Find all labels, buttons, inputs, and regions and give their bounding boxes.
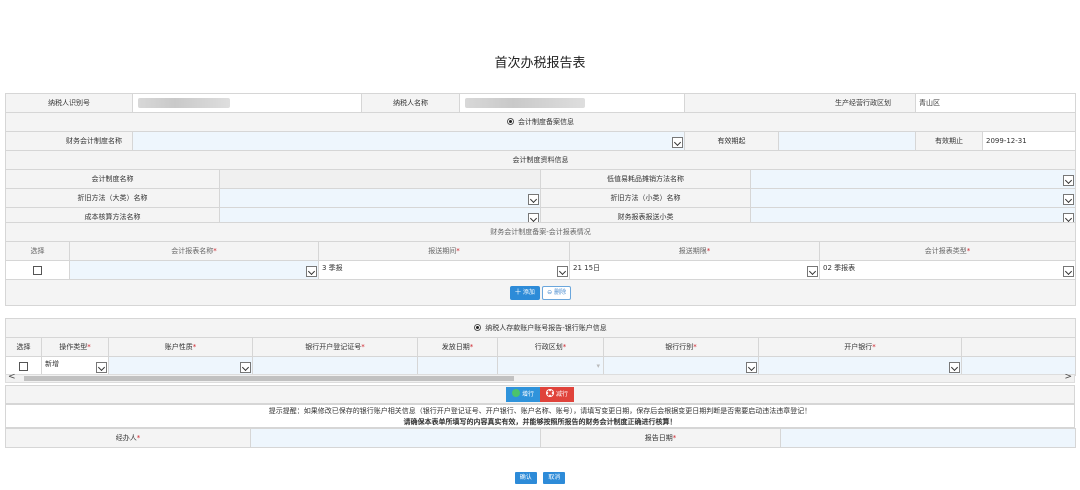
bank-col-select: 选择: [5, 337, 42, 357]
scroll-left-icon[interactable]: <: [8, 372, 16, 382]
remove-row-button[interactable]: 减行: [540, 387, 575, 402]
bank-select[interactable]: [758, 356, 962, 376]
issue-date-input[interactable]: [417, 356, 498, 376]
report-name-select[interactable]: [69, 260, 319, 280]
acct-material-table: 会计制度资料信息 会计制度名称 低值易耗品摊销方法名称 折旧方法（大类）名称 折…: [5, 150, 1076, 227]
bank-col-bank-type: 银行行别*: [603, 337, 759, 357]
table-row: 3 季报 21 15日 02 季报表: [5, 260, 1077, 280]
tip-box: 提示提醒：如果修改已保存的银行账户相关信息（银行开户登记证号、开户银行、账户名称…: [5, 404, 1075, 428]
chevron-down-icon[interactable]: [746, 362, 757, 373]
horizontal-scrollbar[interactable]: < >: [5, 372, 1075, 383]
chevron-down-icon[interactable]: [1063, 194, 1074, 205]
dep-small-label: 折旧方法（小类）名称: [540, 188, 751, 208]
bank-type-select[interactable]: [603, 356, 759, 376]
dep-large-label: 折旧方法（大类）名称: [5, 188, 220, 208]
dep-large-select[interactable]: [219, 188, 541, 208]
chevron-down-icon[interactable]: [672, 137, 683, 148]
bank-col-issue-date: 发放日期*: [417, 337, 498, 357]
plus-icon: [511, 389, 520, 397]
system-name-value: [219, 169, 541, 189]
taxpayer-name-label: 纳税人名称: [361, 93, 460, 113]
chevron-down-icon[interactable]: [96, 362, 107, 373]
chevron-down-icon[interactable]: [240, 362, 251, 373]
deadline-select[interactable]: 21 15日: [569, 260, 820, 280]
region-value: 青山区: [915, 93, 1076, 113]
bank-actions: 增行 减行: [5, 385, 1075, 404]
report-section: 财务会计制度备案-会计报表情况: [4, 222, 1077, 242]
license-input[interactable]: [252, 356, 418, 376]
col-select: 选择: [5, 241, 70, 261]
acct-system-name-select[interactable]: [132, 131, 685, 151]
col-period: 报送期间*: [318, 241, 570, 261]
agent-label: 经办人*: [5, 428, 251, 448]
scrollbar-thumb[interactable]: [24, 376, 514, 381]
report-actions: 十 添加 ⊖ 删除: [4, 279, 1077, 306]
bank-col-region: 行政区划*: [497, 337, 604, 357]
caret-down-icon[interactable]: ▾: [596, 362, 600, 370]
delete-report-button[interactable]: ⊖ 删除: [542, 285, 572, 300]
taxpayer-name-value: [459, 93, 685, 113]
bank-col-license: 银行开户登记证号*: [252, 337, 418, 357]
page-title: 首次办税报告表: [494, 56, 586, 71]
footer-fields-table: 经办人* 报告日期*: [5, 428, 1076, 448]
chevron-down-icon[interactable]: [528, 194, 539, 205]
report-date-label: 报告日期*: [540, 428, 781, 448]
chevron-down-icon[interactable]: [557, 266, 568, 277]
bank-col-op-type: 操作类型*: [41, 337, 109, 357]
add-report-button[interactable]: 十 添加: [509, 285, 540, 300]
valid-to-value: 2099-12-31: [982, 131, 1076, 151]
valid-from-input[interactable]: [778, 131, 916, 151]
region-select[interactable]: ▾: [497, 356, 604, 376]
add-row-button[interactable]: 增行: [505, 387, 540, 402]
valid-to-label: 有效期止: [915, 131, 983, 151]
row-checkbox[interactable]: [33, 265, 42, 275]
col-deadline: 报送期限*: [569, 241, 820, 261]
bank-col-acct-nature: 账户性质*: [108, 337, 253, 357]
taxpayer-id-label: 纳税人识别号: [5, 93, 133, 113]
col-report-type: 会计报表类型*: [818, 241, 1077, 261]
dep-small-select[interactable]: [750, 188, 1076, 208]
acct-system-name-label: 财务会计制度名称: [5, 131, 133, 151]
cancel-button[interactable]: 取消: [543, 472, 566, 484]
valid-from-label: 有效期起: [684, 131, 779, 151]
trash-icon: ⊖: [547, 288, 553, 296]
low-value-select[interactable]: [750, 169, 1076, 189]
agent-input[interactable]: [250, 428, 541, 448]
taxpayer-id-value: [132, 93, 362, 113]
scroll-right-icon[interactable]: >: [1064, 372, 1072, 382]
bottom-buttons: 确认 取消: [0, 472, 1080, 484]
report-date-input[interactable]: [780, 428, 1076, 448]
op-type-select[interactable]: 新增: [41, 356, 109, 376]
region-label: 生产经营行政区划: [684, 93, 916, 113]
confirm-button[interactable]: 确认: [514, 472, 537, 484]
system-name-label: 会计制度名称: [5, 169, 220, 189]
low-value-label: 低值易耗品摊销方法名称: [540, 169, 751, 189]
acct-filing-section: 会计制度备案信息: [5, 112, 1076, 132]
report-table: 财务会计制度备案-会计报表情况 选择 会计报表名称* 报送期间* 报送期限* 会…: [4, 222, 1077, 306]
bank-section: 纳税人存款账户账号报告-银行账户信息: [4, 318, 1077, 338]
bank-col-bank: 开户银行*: [758, 337, 962, 357]
bank-row-checkbox[interactable]: [19, 361, 28, 371]
chevron-down-icon[interactable]: [949, 362, 960, 373]
chevron-down-icon[interactable]: [306, 266, 317, 277]
radio-icon[interactable]: [507, 118, 514, 125]
acct-material-section: 会计制度资料信息: [5, 150, 1076, 170]
acct-form-table: 纳税人识别号 纳税人名称 生产经营行政区划 青山区 会计制度备案信息 财务会计制…: [5, 93, 1076, 151]
close-icon: [546, 389, 554, 397]
report-type-select[interactable]: 02 季报表: [818, 260, 1077, 280]
chevron-down-icon[interactable]: [1063, 175, 1074, 186]
bank-table: 纳税人存款账户账号报告-银行账户信息 选择 操作类型* 账户性质* 银行开户登记…: [4, 318, 1077, 376]
tip-line-1: 提示提醒：如果修改已保存的银行账户相关信息（银行开户登记证号、开户银行、账户名称…: [268, 407, 812, 415]
radio-icon[interactable]: [474, 324, 482, 331]
chevron-down-icon[interactable]: [1063, 266, 1075, 277]
acct-nature-select[interactable]: [108, 356, 253, 376]
tip-line-2: 请确保本表单所填写的内容真实有效，并能够按照所报告的财务会计制度正确进行核算！: [403, 418, 677, 426]
period-select[interactable]: 3 季报: [318, 260, 570, 280]
table-row: 新增 ▾: [5, 356, 1077, 376]
chevron-down-icon[interactable]: [807, 266, 818, 277]
col-report-name: 会计报表名称*: [69, 241, 319, 261]
